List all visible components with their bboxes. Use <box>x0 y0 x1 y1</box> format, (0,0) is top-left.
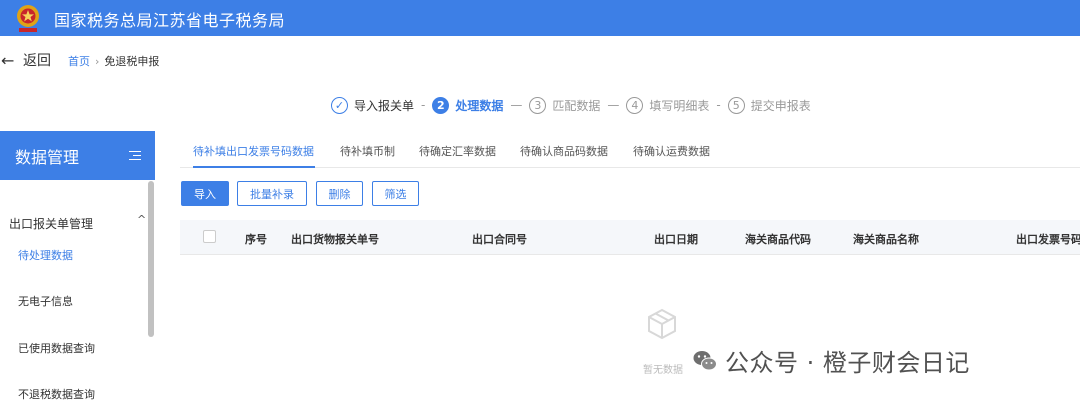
tab-commodity-code[interactable]: 待确认商品码数据 <box>520 143 608 159</box>
step-number: 2 <box>432 96 450 114</box>
top-bar: 国家税务总局江苏省电子税务局 <box>0 0 1080 36</box>
step-3: 3 匹配数据 <box>529 96 601 114</box>
sidebar-scrollbar[interactable] <box>148 181 154 337</box>
step-2: 2 处理数据 <box>432 96 504 114</box>
sidebar-header: 数据管理 <box>0 131 155 180</box>
step-label: 处理数据 <box>455 98 504 113</box>
arrow-left-icon: ← <box>1 50 15 70</box>
tab-freight[interactable]: 待确认运费数据 <box>633 143 710 159</box>
step-separator: - <box>716 98 721 112</box>
step-number: 3 <box>529 96 547 114</box>
step-separator: - <box>421 98 426 112</box>
step-progress: ✓ 导入报关单 - 2 处理数据 — 3 匹配数据 — 4 填写明细表 - 5 … <box>331 95 811 115</box>
step-5: 5 提交申报表 <box>727 96 811 114</box>
step-label: 导入报关单 <box>354 98 415 113</box>
sidebar-group-customs[interactable]: 出口报关单管理 <box>9 215 93 232</box>
empty-text: 暂无数据 <box>643 365 683 376</box>
step-label: 匹配数据 <box>552 98 601 113</box>
filter-button[interactable]: 筛选 <box>372 181 419 206</box>
select-all-checkbox[interactable] <box>203 230 216 243</box>
column-header: 海关商品代码 <box>745 233 811 246</box>
tab-bar: 待补填出口发票号码数据 待补填币制 待确定汇率数据 待确认商品码数据 待确认运费… <box>180 131 1080 168</box>
column-header: 出口日期 <box>654 233 698 246</box>
back-button[interactable]: ← 返回 <box>0 50 51 70</box>
step-separator: — <box>607 98 620 112</box>
breadcrumb-current: 免退税申报 <box>104 55 160 68</box>
step-4: 4 填写明细表 <box>626 96 710 114</box>
watermark: 公众号 · 橙子财会日记 <box>693 343 970 378</box>
batch-fill-button[interactable]: 批量补录 <box>237 181 307 206</box>
step-number: 4 <box>626 96 644 114</box>
sidebar: 数据管理 出口报关单管理 ^ 待处理数据 无电子信息 已使用数据查询 不退税数据… <box>0 131 155 403</box>
menu-fold-icon[interactable] <box>129 150 141 162</box>
step-number: 5 <box>727 96 745 114</box>
delete-button[interactable]: 删除 <box>316 181 363 206</box>
tax-emblem-icon <box>17 5 39 32</box>
breadcrumb: 首页 › 免退税申报 <box>68 53 159 69</box>
step-label: 提交申报表 <box>750 98 811 113</box>
tab-currency[interactable]: 待补填币制 <box>340 143 395 159</box>
sidebar-title: 数据管理 <box>15 147 80 167</box>
tab-invoice-number[interactable]: 待补填出口发票号码数据 <box>193 143 314 159</box>
chevron-up-icon[interactable]: ^ <box>137 213 146 226</box>
column-header: 序号 <box>245 233 267 246</box>
sidebar-item-pending[interactable]: 待处理数据 <box>18 247 73 263</box>
column-header: 出口发票号码 <box>1016 233 1080 246</box>
back-label: 返回 <box>23 53 51 69</box>
step-label: 填写明细表 <box>649 98 710 113</box>
table-header: 序号 出口货物报关单号 出口合同号 出口日期 海关商品代码 海关商品名称 出口发… <box>180 220 1080 255</box>
sidebar-item-no-e-info[interactable]: 无电子信息 <box>18 293 73 309</box>
breadcrumb-home-link[interactable]: 首页 <box>68 53 90 69</box>
import-button[interactable]: 导入 <box>181 181 229 206</box>
empty-box-icon <box>648 308 676 340</box>
wechat-icon <box>693 350 717 370</box>
watermark-text: 公众号 · 橙子财会日记 <box>725 349 970 377</box>
column-header: 出口合同号 <box>472 233 527 246</box>
column-header: 出口货物报关单号 <box>291 233 379 246</box>
site-title: 国家税务总局江苏省电子税务局 <box>54 11 286 30</box>
step-1: ✓ 导入报关单 <box>331 96 415 114</box>
step-check-icon: ✓ <box>331 96 348 114</box>
breadcrumb-separator: › <box>95 54 100 68</box>
tab-active-indicator <box>193 166 315 168</box>
tab-exchange-rate[interactable]: 待确定汇率数据 <box>419 143 496 159</box>
sidebar-item-used-query[interactable]: 已使用数据查询 <box>18 340 95 356</box>
step-separator: — <box>510 98 523 112</box>
sidebar-item-no-refund-query[interactable]: 不退税数据查询 <box>18 386 95 402</box>
column-header: 海关商品名称 <box>853 233 919 246</box>
